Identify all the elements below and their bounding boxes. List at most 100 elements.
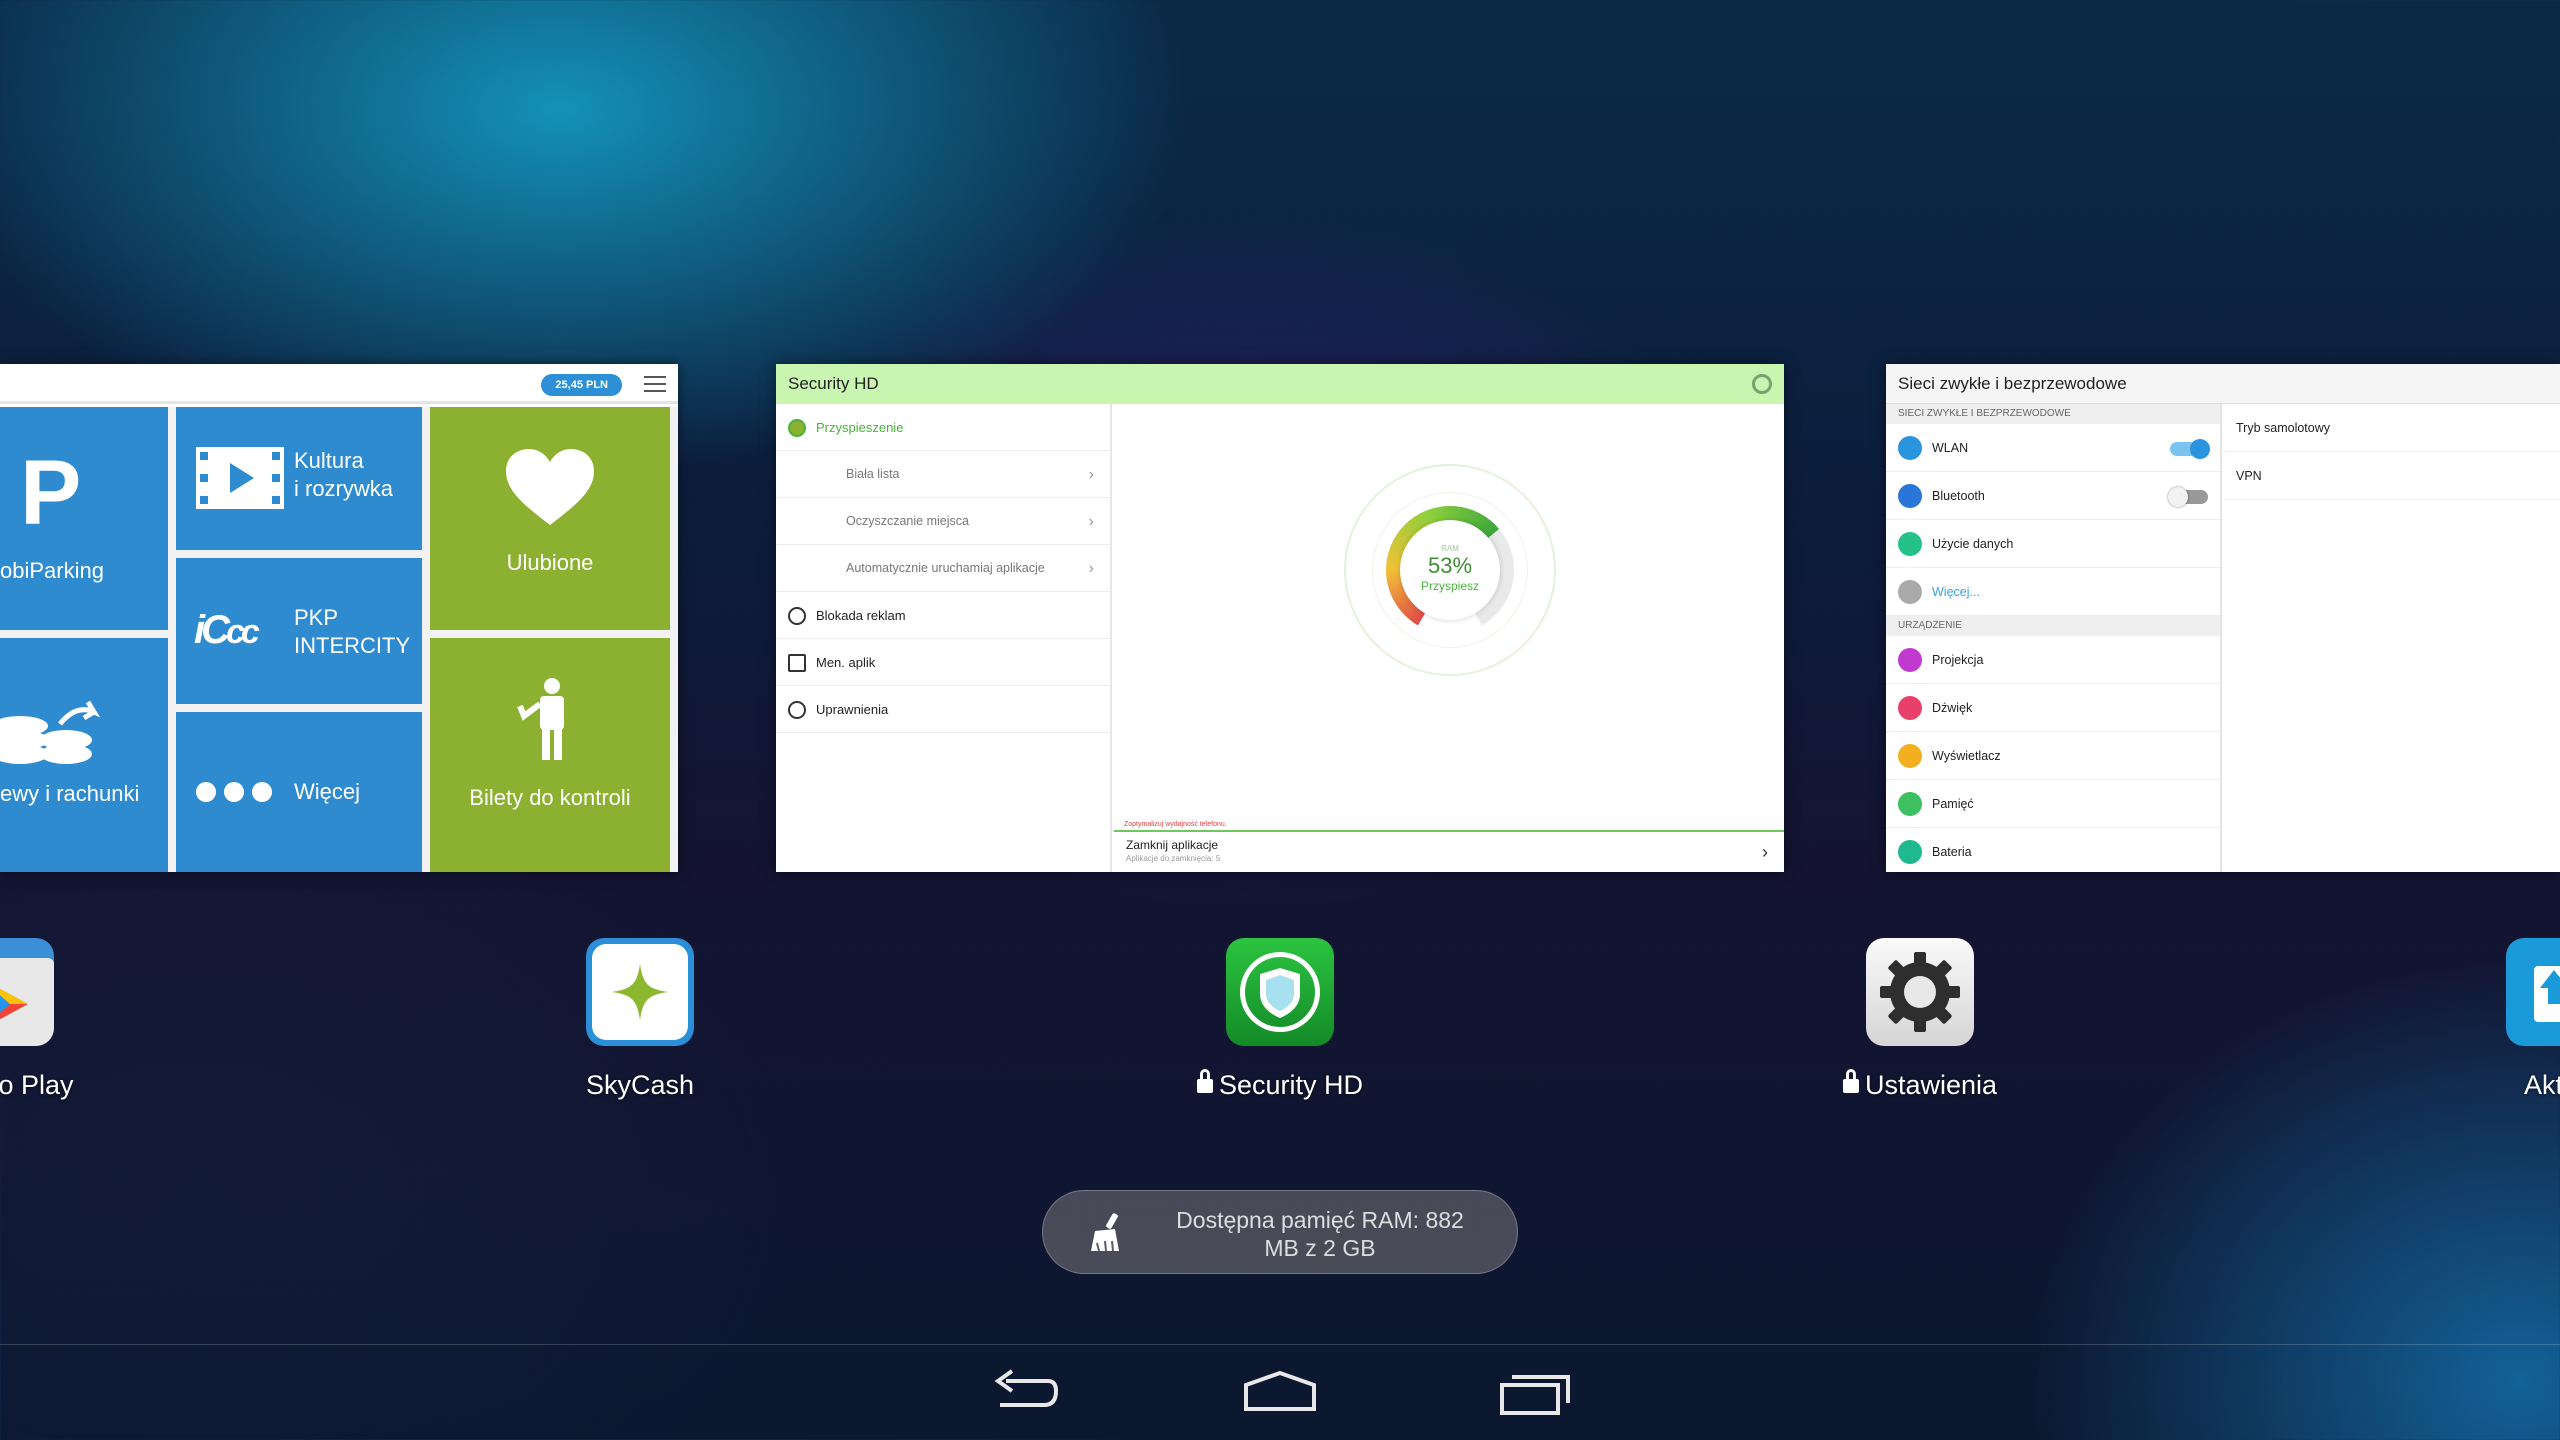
balance-badge[interactable]: 25,45 PLN [541,374,622,396]
back-icon[interactable] [986,1365,1062,1421]
gear-icon[interactable] [1752,374,1772,394]
settings-item-label: Bateria [1932,845,1972,859]
more-icon [1898,580,1922,604]
settings-item-wlan[interactable]: WLAN [1886,424,2220,472]
tile-label-line1: PKP [294,605,339,630]
menu-item-men-aplik[interactable]: Men. aplik [776,639,1110,686]
projection-icon [1898,648,1922,672]
chevron-right-icon: › [1088,466,1094,483]
recent-app-card-mobiparking[interactable]: 25,45 PLN P obiParking Kultura i rozrywk… [0,364,678,872]
parking-p-icon: P [20,442,82,544]
heart-icon [506,449,594,525]
settings-section-header: SIECI ZWYKŁE I BEZPRZEWODOWE [1886,404,2220,424]
settings-item-bateria[interactable]: Bateria [1886,828,2220,872]
menu-item-label: Men. aplik [816,655,876,670]
tile-label-line2: INTERCITY [294,633,411,658]
security-hd-titlebar: Security HD [776,364,1784,404]
lock-icon [1196,1069,1213,1093]
tile-ulubione[interactable]: Ulubione [430,407,670,630]
tile-label: Ulubione [506,550,594,575]
settings-item-wyswietlacz[interactable]: Wyświetlacz [1886,732,2220,780]
tile-label-line2: i rozrywka [294,476,394,501]
settings-titlebar: Sieci zwykłe i bezprzewodowe [1886,364,2560,404]
menu-item-label: Biała lista [846,467,900,481]
tile-label: ewy i rachunki [0,781,140,806]
app-label-text: Aktua [2524,1070,2560,1100]
menu-icon[interactable] [644,376,666,392]
display-icon [1898,744,1922,768]
app-label-ustawienia[interactable]: Ustawienia [1842,1069,1997,1101]
settings-item-pamiec[interactable]: Pamięć [1886,780,2220,828]
settings-item-airplane-mode[interactable]: Tryb samolotowy [2224,404,2560,452]
data-usage-icon [1898,532,1922,556]
permissions-icon [788,701,806,719]
ram-gauge: RAM 53% Przyspiesz [1344,464,1556,676]
home-icon[interactable] [1242,1365,1318,1421]
chevron-right-icon: › [1088,560,1094,577]
more-dots-icon [196,782,272,807]
settings-item-label: Użycie danych [1932,537,2014,551]
tile-bilety-do-kontroli[interactable]: Bilety do kontroli [430,638,670,872]
tile-wiecej[interactable]: Więcej [176,712,422,872]
close-apps-row[interactable]: Zamknij aplikacje Aplikacje do zamknięci… [1114,830,1784,872]
gauge-boost-label: Przyspiesz [1420,579,1479,593]
settings-item-data-usage[interactable]: Użycie danych [1886,520,2220,568]
settings-item-label: Dźwięk [1932,701,1973,715]
recent-app-card-settings[interactable]: Sieci zwykłe i bezprzewodowe SIECI ZWYKŁ… [1886,364,2560,872]
tile-kultura[interactable]: Kultura i rozrywka [176,407,422,550]
tile-mobiparking[interactable]: P obiParking [0,407,168,630]
settings-item-more[interactable]: Więcej... [1886,568,2220,616]
storage-icon [1898,792,1922,816]
app-label-play[interactable]: o Play [0,1070,74,1101]
settings-item-label: Pamięć [1932,797,1974,811]
menu-item-label: Automatycznie uruchamiaj aplikacje [846,561,1045,575]
tile-oplaty-rachunki[interactable]: ewy i rachunki [0,638,168,872]
menu-item-blokada-reklam[interactable]: Blokada reklam [776,592,1110,639]
film-icon [196,447,284,509]
wlan-toggle[interactable] [2170,439,2210,459]
rocket-icon [788,419,806,437]
menu-item-oczyszczanie[interactable]: Oczyszczanie miejsca › [776,498,1110,545]
security-hd-icon[interactable] [1226,938,1334,1046]
settings-item-label: WLAN [1932,441,1969,455]
clear-memory-button[interactable]: Dostępna pamięć RAM: 882 MB z 2 GB [1042,1190,1518,1274]
settings-item-projekcja[interactable]: Projekcja [1886,636,2220,684]
sound-icon [1898,696,1922,720]
ram-available-text: Dostępna pamięć RAM: 882 MB z 2 GB [1143,1206,1497,1262]
boost-button[interactable]: RAM 53% Przyspiesz [1400,520,1500,620]
settings-item-dzwiek[interactable]: Dźwięk [1886,684,2220,732]
app-label-text: SkyCash [585,1070,695,1100]
bluetooth-icon [1898,484,1922,508]
optimize-warning: Zoptymalizuj wydajność telefonu. [1124,821,1227,828]
chevron-right-icon: › [1762,842,1768,862]
chevron-right-icon: › [1088,513,1094,530]
menu-item-biala-lista[interactable]: Biała lista › [776,451,1110,498]
settings-section-header: URZĄDZENIE [1886,616,2220,636]
tile-label: Bilety do kontroli [469,785,631,810]
play-store-icon[interactable] [0,938,54,1046]
settings-item-vpn[interactable]: VPN [2224,452,2560,500]
tile-label: obiParking [0,558,104,583]
app-label-aktualizacja[interactable]: Aktua [2524,1070,2560,1101]
recents-icon[interactable] [1498,1365,1574,1421]
battery-icon [1898,840,1922,864]
tile-pkp-intercity[interactable]: iCcc PKP INTERCITY [176,558,422,704]
skycash-icon[interactable] [586,938,694,1046]
bluetooth-toggle[interactable] [2168,487,2208,507]
recent-app-card-security-hd[interactable]: Security HD Przyspieszenie Biała lista › … [776,364,1784,872]
app-label-security-hd[interactable]: Security HD [1196,1069,1363,1101]
security-main-panel: RAM 53% Przyspiesz Zoptymalizuj wydajnoś… [1114,404,1784,872]
settings-item-bluetooth[interactable]: Bluetooth [1886,472,2220,520]
menu-item-label: Uprawnienia [816,702,889,717]
update-icon[interactable] [2506,938,2560,1046]
app-label-text: o Play [0,1070,74,1100]
menu-item-autostart[interactable]: Automatycznie uruchamiaj aplikacje › [776,545,1110,592]
close-apps-label: Zamknij aplikacje [1126,838,1219,852]
settings-gear-icon[interactable] [1866,938,1974,1046]
menu-item-uprawnienia[interactable]: Uprawnienia [776,686,1110,733]
ram-text-line2: MB z 2 GB [1264,1235,1376,1261]
settings-detail-panel: Tryb samolotowy VPN [2224,404,2560,872]
menu-item-przyspieszenie[interactable]: Przyspieszenie [776,404,1110,451]
app-label-skycash[interactable]: SkyCash [586,1070,694,1101]
gauge-ram-label: RAM [1441,544,1459,553]
